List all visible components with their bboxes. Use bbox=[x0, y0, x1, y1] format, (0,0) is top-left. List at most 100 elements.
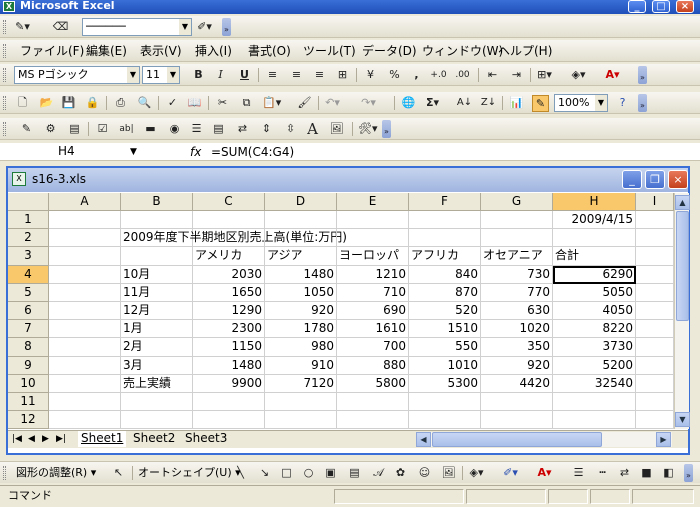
prev-sheet-icon[interactable]: ◀ bbox=[28, 432, 35, 447]
cell-A12[interactable] bbox=[49, 411, 121, 430]
cell-C3[interactable]: アメリカ bbox=[193, 247, 265, 266]
cell-G1[interactable] bbox=[481, 211, 553, 230]
cell-G7[interactable]: 1020 bbox=[481, 320, 553, 339]
cell-I3[interactable] bbox=[636, 247, 674, 266]
tab-sheet2[interactable]: Sheet2 bbox=[130, 431, 178, 447]
cell-D3[interactable]: アジア bbox=[265, 247, 337, 266]
row-header[interactable]: 1 bbox=[8, 211, 49, 230]
cell-E6[interactable]: 690 bbox=[337, 302, 409, 321]
fill-color-icon[interactable]: ◈▾ bbox=[570, 67, 587, 84]
cell-E3[interactable]: ヨーロッパ bbox=[337, 247, 409, 266]
cell-C6[interactable]: 1290 bbox=[193, 302, 265, 321]
cell-C9[interactable]: 1480 bbox=[193, 356, 265, 375]
italic-button[interactable]: I bbox=[212, 67, 229, 84]
cell-F5[interactable]: 870 bbox=[409, 283, 481, 302]
draw-fill-color-icon[interactable]: ◈▾ bbox=[468, 465, 485, 482]
cell-H5[interactable]: 5050 bbox=[553, 283, 636, 302]
cell-B7[interactable]: 1月 bbox=[121, 320, 193, 339]
print-icon[interactable]: ⎙ bbox=[112, 95, 129, 112]
cell-D6[interactable]: 920 bbox=[265, 302, 337, 321]
cell-E5[interactable]: 710 bbox=[337, 283, 409, 302]
column-header[interactable]: A bbox=[49, 193, 121, 211]
cell-F8[interactable]: 550 bbox=[409, 338, 481, 357]
zoom-select[interactable]: 100% ▼ bbox=[554, 94, 608, 112]
cell-F4[interactable]: 840 bbox=[409, 265, 481, 284]
workbook-restore-button[interactable]: ❐ bbox=[645, 170, 665, 189]
wordart-icon[interactable]: 𝒜 bbox=[370, 465, 387, 482]
eraser-icon[interactable]: ⌫ bbox=[52, 19, 69, 36]
cell-B3[interactable] bbox=[121, 247, 193, 266]
cell-C5[interactable]: 1650 bbox=[193, 283, 265, 302]
cell-E11[interactable] bbox=[337, 393, 409, 412]
scroll-right-icon[interactable]: ▶ bbox=[656, 432, 671, 447]
cell-E8[interactable]: 700 bbox=[337, 338, 409, 357]
cell-E2[interactable] bbox=[337, 229, 409, 248]
merge-center-icon[interactable]: ⊞ bbox=[334, 67, 351, 84]
cell-H9[interactable]: 5200 bbox=[553, 356, 636, 375]
cell-F7[interactable]: 1510 bbox=[409, 320, 481, 339]
cell-H7[interactable]: 8220 bbox=[553, 320, 636, 339]
align-right-icon[interactable]: ≡ bbox=[311, 67, 328, 84]
cell-E12[interactable] bbox=[337, 411, 409, 430]
line-style-select[interactable]: ────── ▼ bbox=[82, 18, 192, 36]
redo-icon[interactable]: ↷▾ bbox=[360, 95, 377, 112]
toolbar-options-icon[interactable]: » bbox=[222, 18, 231, 36]
copy-icon[interactable]: ⧉ bbox=[238, 95, 255, 112]
cell-A1[interactable] bbox=[49, 211, 121, 230]
row-header[interactable]: 2 bbox=[8, 229, 49, 248]
row-header[interactable]: 11 bbox=[8, 393, 49, 412]
cell-B5[interactable]: 11月 bbox=[121, 283, 193, 302]
properties-icon[interactable]: ⚙ bbox=[42, 121, 59, 138]
menu-window[interactable]: ウィンドウ(W) bbox=[422, 43, 503, 59]
cell-C1[interactable] bbox=[193, 211, 265, 230]
vertical-scrollbar[interactable]: ▲ ▼ bbox=[674, 193, 690, 429]
cell-H1[interactable]: 2009/4/15 bbox=[553, 211, 636, 230]
cell-A2[interactable] bbox=[49, 229, 121, 248]
line-color-icon[interactable]: ✐▾ bbox=[196, 19, 213, 36]
toolbar-options-icon[interactable]: » bbox=[638, 66, 647, 84]
column-header[interactable]: E bbox=[337, 193, 409, 211]
cell-G6[interactable]: 630 bbox=[481, 302, 553, 321]
cell-F3[interactable]: アフリカ bbox=[409, 247, 481, 266]
cell-C7[interactable]: 2300 bbox=[193, 320, 265, 339]
cell-I7[interactable] bbox=[636, 320, 674, 339]
command-button-icon[interactable]: ▬ bbox=[142, 121, 159, 138]
line-style-icon[interactable]: ☰ bbox=[570, 465, 587, 482]
view-code-icon[interactable]: ▤ bbox=[66, 121, 83, 138]
cell-H11[interactable] bbox=[553, 393, 636, 412]
cell-B11[interactable] bbox=[121, 393, 193, 412]
horizontal-scroll-thumb[interactable] bbox=[432, 432, 602, 447]
formula-input[interactable]: =SUM(C4:G4) bbox=[211, 143, 294, 161]
label-icon[interactable]: A bbox=[304, 121, 321, 138]
cell-A6[interactable] bbox=[49, 302, 121, 321]
name-box[interactable]: H4 bbox=[0, 143, 148, 161]
cell-F6[interactable]: 520 bbox=[409, 302, 481, 321]
drawing-icon[interactable]: ✎ bbox=[532, 95, 549, 112]
column-header[interactable]: G bbox=[481, 193, 553, 211]
maximize-button[interactable]: □ bbox=[652, 0, 670, 13]
research-icon[interactable]: 📖 bbox=[186, 95, 203, 112]
cell-I4[interactable] bbox=[636, 265, 674, 284]
cell-F11[interactable] bbox=[409, 393, 481, 412]
menu-format[interactable]: 書式(O) bbox=[248, 43, 291, 59]
cell-A5[interactable] bbox=[49, 283, 121, 302]
increase-decimal-icon[interactable]: +.0 bbox=[430, 67, 447, 84]
format-painter-icon[interactable]: 🖌 bbox=[296, 95, 313, 112]
percent-button[interactable]: % bbox=[386, 67, 403, 84]
cell-C2[interactable] bbox=[193, 229, 265, 248]
rectangle-icon[interactable]: □ bbox=[278, 465, 295, 482]
chart-wizard-icon[interactable]: 📊 bbox=[508, 95, 525, 112]
cell-F9[interactable]: 1010 bbox=[409, 356, 481, 375]
cell-D4[interactable]: 1480 bbox=[265, 265, 337, 284]
cell-D5[interactable]: 1050 bbox=[265, 283, 337, 302]
cell-F2[interactable] bbox=[409, 229, 481, 248]
decrease-indent-icon[interactable]: ⇤ bbox=[484, 67, 501, 84]
menu-edit[interactable]: 編集(E) bbox=[86, 43, 127, 59]
menu-file[interactable]: ファイル(F) bbox=[20, 43, 84, 59]
cell-A9[interactable] bbox=[49, 356, 121, 375]
cell-I12[interactable] bbox=[636, 411, 674, 430]
decrease-decimal-icon[interactable]: .00 bbox=[454, 67, 471, 84]
cell-I1[interactable] bbox=[636, 211, 674, 230]
cell-B4[interactable]: 10月 bbox=[121, 265, 193, 284]
toolbar-options-icon[interactable]: » bbox=[638, 94, 647, 112]
